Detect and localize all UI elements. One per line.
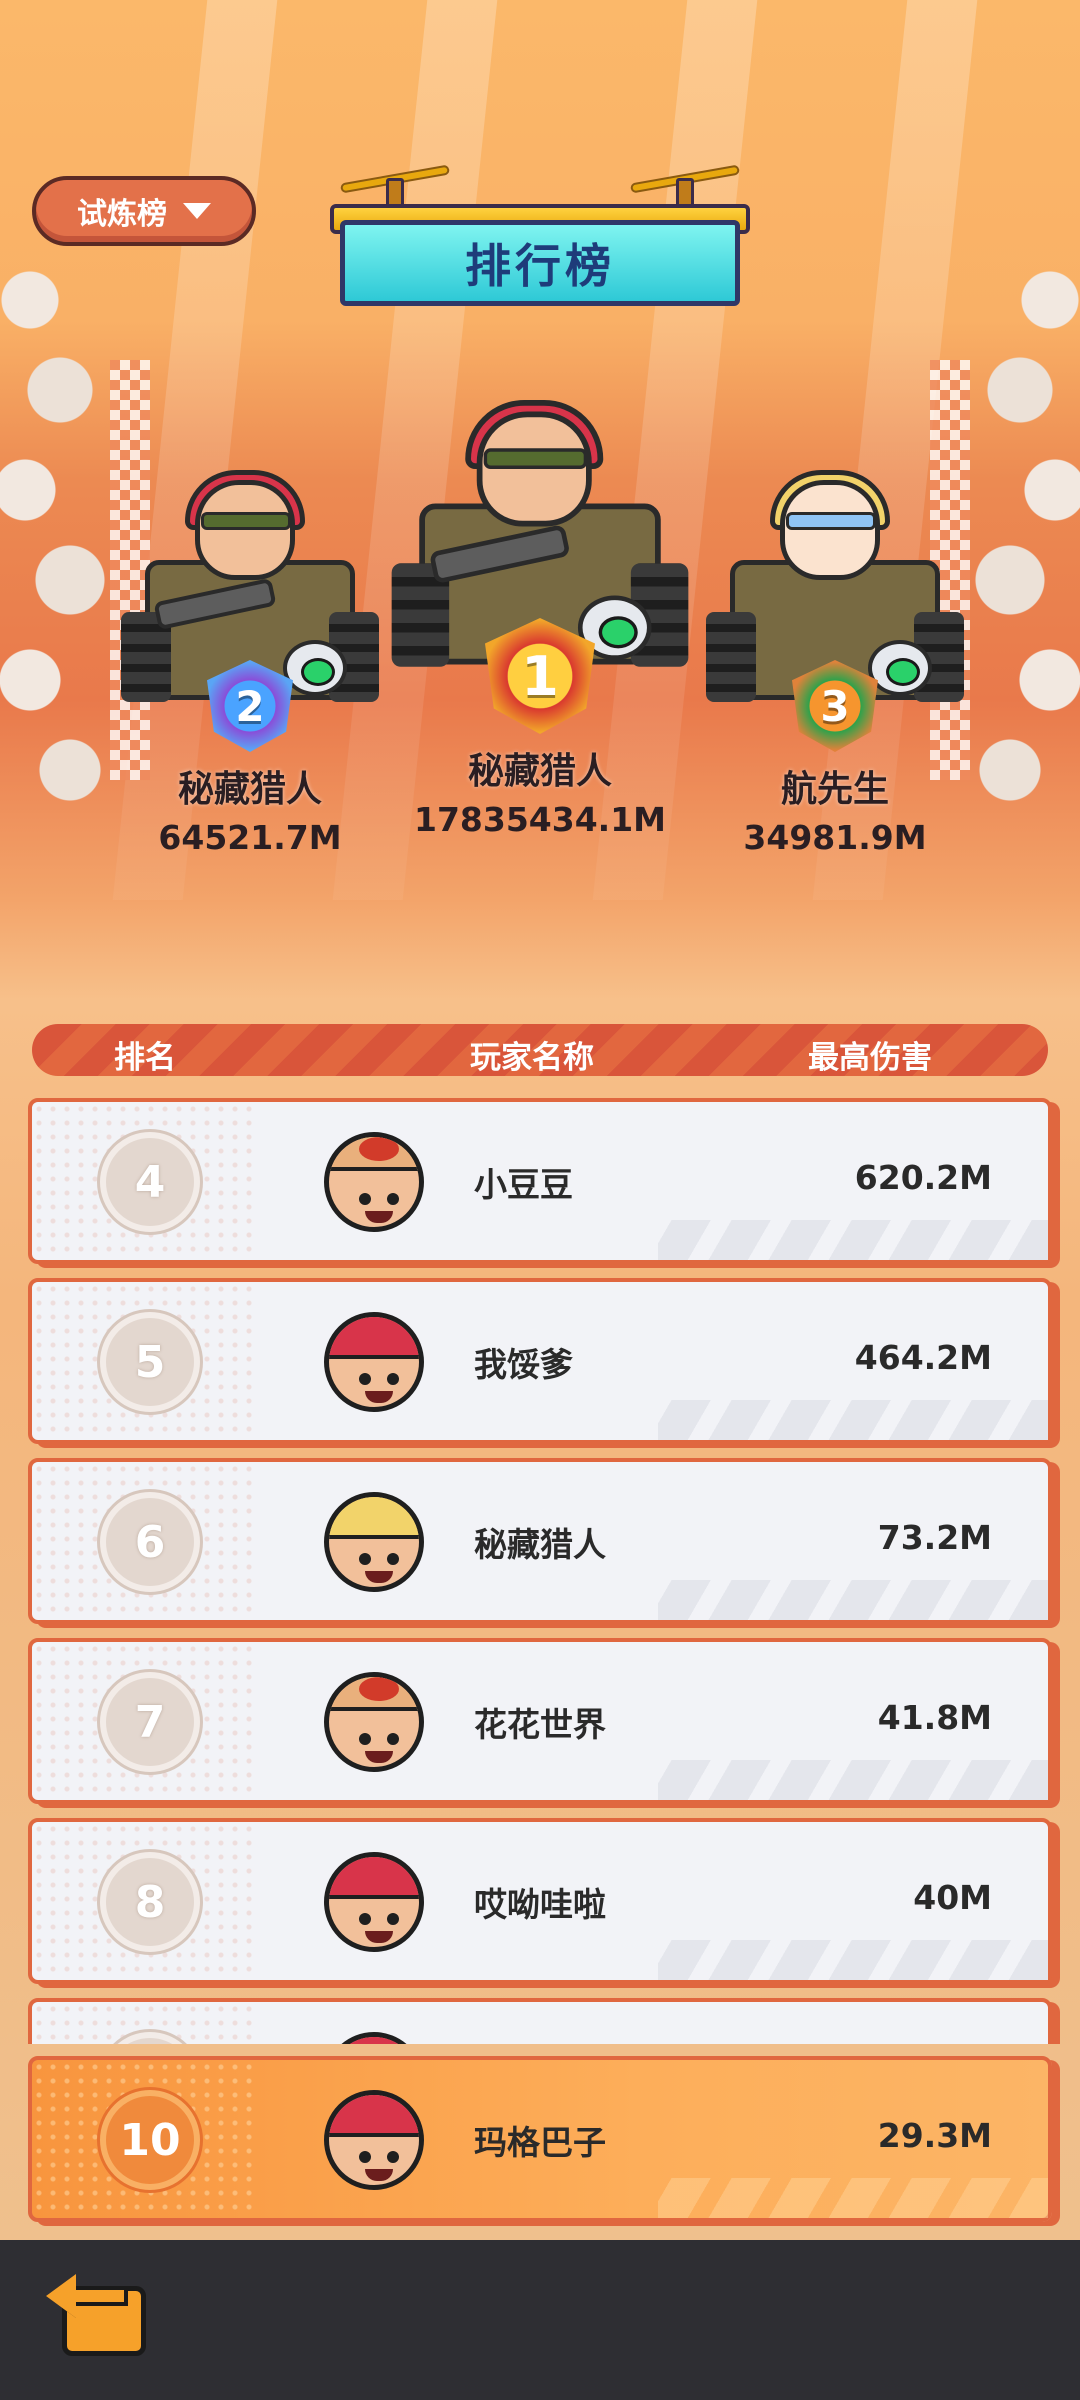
podium-player-name: 秘藏猎人 <box>467 751 612 792</box>
propeller-icon <box>629 160 741 212</box>
podium-player-score: 64521.7M <box>158 818 342 857</box>
player-damage: 620.2M <box>854 1158 992 1197</box>
crowd-right <box>970 250 1080 810</box>
leaderboard-header: 排名 玩家名称 最高伤害 <box>32 1024 1048 1076</box>
table-row[interactable]: 7 花花世界 41.8M <box>28 1638 1052 1804</box>
title-sign: 排行榜 <box>330 150 750 310</box>
column-player: 玩家名称 <box>470 1040 594 1076</box>
podium-second[interactable]: 2 秘藏猎人 64521.7M <box>120 470 380 857</box>
table-row[interactable]: 5 我馁爹 464.2M <box>28 1278 1052 1444</box>
rank-number <box>100 2032 200 2044</box>
player-name: 我馁爹 <box>474 1345 573 1384</box>
red-hair-avatar <box>324 1312 424 1412</box>
podium-third[interactable]: 3 航先生 34981.9M <box>705 470 965 857</box>
player-damage: 41.8M <box>877 1698 992 1737</box>
page-title: 排行榜 <box>340 220 740 306</box>
red-hair-avatar <box>324 2090 424 2190</box>
mode-dropdown-label: 试炼榜 <box>77 197 167 232</box>
crowd-left <box>0 250 110 810</box>
blonde-avatar <box>324 1492 424 1592</box>
tank-character <box>706 470 964 702</box>
back-button[interactable] <box>44 2268 154 2364</box>
player-name: 小豆豆 <box>474 1165 573 1204</box>
player-name: 哎呦哇啦 <box>474 1885 606 1924</box>
player-name: 花花世界 <box>474 1705 606 1744</box>
podium-first[interactable]: 1 秘藏猎人 17835434.1M <box>391 400 689 839</box>
mode-dropdown[interactable]: 试炼榜 <box>32 176 256 246</box>
bottom-bar <box>0 2240 1080 2400</box>
player-damage: 40M <box>913 1878 992 1917</box>
monk-avatar <box>324 1672 424 1772</box>
player-name: 秘藏猎人 <box>474 1525 606 1564</box>
column-damage: 最高伤害 <box>808 1040 932 1076</box>
rank-number: 10 <box>100 2090 200 2190</box>
column-rank: 排名 <box>114 1040 176 1076</box>
podium-player-name: 航先生 <box>780 769 889 810</box>
podium-player-score: 34981.9M <box>743 818 927 857</box>
chevron-down-icon <box>183 203 211 219</box>
podium-player-name: 秘藏猎人 <box>177 769 322 810</box>
table-row-partial[interactable] <box>28 1998 1052 2044</box>
rank-number: 8 <box>100 1852 200 1952</box>
rank-number: 5 <box>100 1312 200 1412</box>
podium-player-score: 17835434.1M <box>413 800 667 839</box>
player-damage: 73.2M <box>877 1518 992 1557</box>
tank-character <box>391 400 689 667</box>
monk-avatar <box>324 1132 424 1232</box>
rank-number: 4 <box>100 1132 200 1232</box>
rank-number: 7 <box>100 1672 200 1772</box>
table-row[interactable]: 4 小豆豆 620.2M <box>28 1098 1052 1264</box>
rank-number: 6 <box>100 1492 200 1592</box>
propeller-icon <box>339 160 451 212</box>
player-damage: 29.3M <box>877 2116 992 2155</box>
table-row[interactable]: 6 秘藏猎人 73.2M <box>28 1458 1052 1624</box>
player-name: 玛格巴子 <box>474 2123 606 2162</box>
leaderboard-list[interactable]: 4 小豆豆 620.2M 5 我馁爹 464.2M 6 秘藏猎人 73.2M 7… <box>0 1090 1080 2044</box>
table-row[interactable]: 8 哎呦哇啦 40M <box>28 1818 1052 1984</box>
tank-character <box>121 470 379 702</box>
player-damage: 464.2M <box>854 1338 992 1377</box>
red-hair-avatar <box>324 1852 424 1952</box>
red-hair-avatar <box>324 2032 424 2044</box>
my-rank-row[interactable]: 10 玛格巴子 29.3M <box>28 2056 1052 2222</box>
